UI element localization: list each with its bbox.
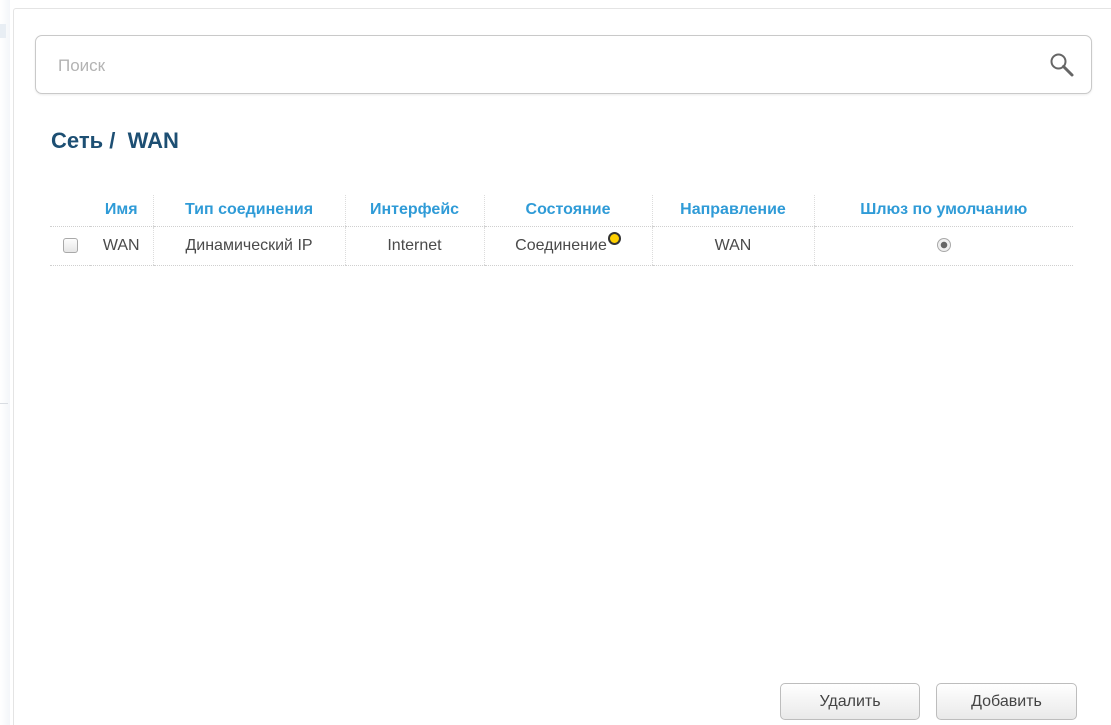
- wan-connections-table: Имя Тип соединения Интерфейс Состояние Н…: [50, 195, 1073, 266]
- search-input[interactable]: [58, 54, 1018, 78]
- row-select-checkbox[interactable]: [62, 237, 78, 253]
- breadcrumb-page: WAN: [127, 128, 179, 153]
- column-header-name[interactable]: Имя: [90, 195, 153, 227]
- cell-status[interactable]: Соединение: [483, 226, 652, 266]
- column-header-interface[interactable]: Интерфейс: [344, 195, 484, 227]
- row-select-cell: [50, 226, 90, 266]
- page-title: Сеть / WAN: [51, 128, 179, 154]
- nav-edge-marker: [0, 24, 6, 38]
- left-navigation-edge: [0, 0, 10, 725]
- status-dot-icon: [607, 231, 621, 245]
- cell-connection-type[interactable]: Динамический IP: [152, 226, 345, 266]
- column-header-select: [50, 195, 90, 227]
- cell-interface[interactable]: Internet: [344, 226, 484, 266]
- content-panel: Сеть / WAN Имя Тип соединения Интерфейс …: [13, 8, 1111, 725]
- column-header-direction[interactable]: Направление: [651, 195, 814, 227]
- viewport: Сеть / WAN Имя Тип соединения Интерфейс …: [0, 0, 1111, 725]
- search-bar: [35, 35, 1092, 94]
- table-row[interactable]: WAN Динамический IP Internet Соединение …: [50, 226, 1073, 266]
- table-header-row: Имя Тип соединения Интерфейс Состояние Н…: [50, 195, 1073, 227]
- delete-button[interactable]: Удалить: [780, 683, 920, 720]
- nav-edge-divider: [0, 403, 8, 404]
- column-header-default-gateway[interactable]: Шлюз по умолчанию: [813, 195, 1073, 227]
- cell-name[interactable]: WAN: [90, 226, 153, 266]
- cell-default-gateway: [813, 226, 1073, 266]
- column-header-status[interactable]: Состояние: [483, 195, 652, 227]
- cell-direction[interactable]: WAN: [651, 226, 814, 266]
- column-header-type[interactable]: Тип соединения: [152, 195, 345, 227]
- search-icon[interactable]: [1049, 52, 1075, 78]
- breadcrumb-section[interactable]: Сеть /: [51, 128, 115, 153]
- default-gateway-radio[interactable]: [936, 238, 951, 253]
- add-button[interactable]: Добавить: [936, 683, 1077, 720]
- status-text: Соединение: [515, 236, 607, 254]
